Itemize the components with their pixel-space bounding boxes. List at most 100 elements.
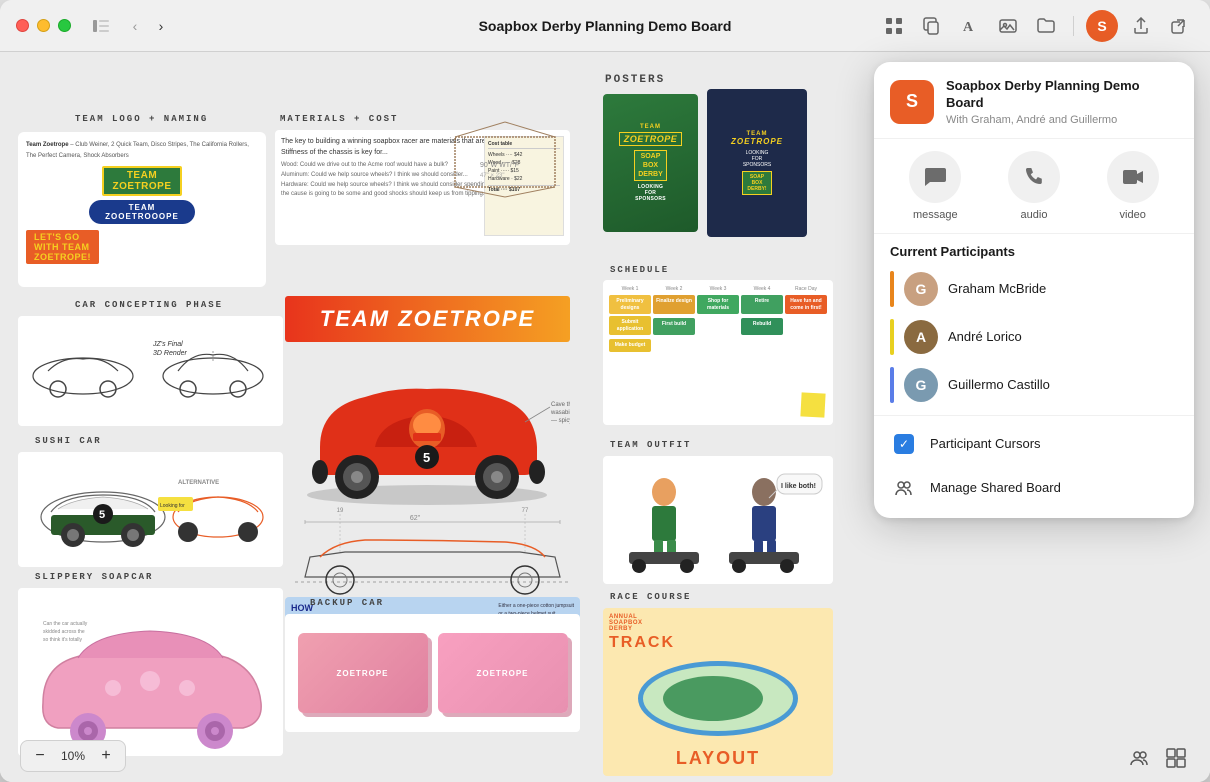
schedule-card: Week 1 Week 2 Week 3 Week 4 Race Day Pre… [603, 280, 833, 425]
andre-indicator [890, 319, 894, 355]
team-outfit-card: I like both! [603, 456, 833, 584]
sidebar-toggle-button[interactable] [87, 12, 115, 40]
participant-cursors-icon: ✓ [890, 430, 918, 458]
text-button[interactable]: A [955, 11, 985, 41]
zoom-level: 10% [55, 749, 91, 763]
forward-arrow[interactable]: › [149, 12, 173, 40]
team-logo-label: TEAM LOGO + NAMING [75, 114, 208, 124]
checkbox-checked-icon: ✓ [894, 434, 914, 454]
participant-cursors-label: Participant Cursors [930, 436, 1041, 451]
svg-text:77: 77 [522, 508, 529, 514]
traffic-lights [16, 19, 71, 32]
poster-navy-card: TEAMZOETROPE LOOKINGFORSPONSORS SOAPBOXD… [707, 89, 807, 237]
guillermo-name: Guillermo Castillo [948, 377, 1050, 392]
svg-text:47" × 23": 47" × 23" [480, 173, 504, 179]
maximize-button[interactable] [58, 19, 71, 32]
app-window: ‹ › Soapbox Derby Planning Demo Board [0, 0, 1210, 782]
bottom-right-tools [1126, 744, 1190, 772]
svg-text:Looking for: Looking for [160, 503, 185, 509]
sushi-car-card: 5 Looking for ALTERNATIVE [18, 452, 283, 567]
guillermo-avatar: G [904, 368, 938, 402]
popup-logo: S [890, 80, 934, 124]
message-action-button[interactable]: message [890, 151, 981, 221]
manage-shared-board-icon [890, 474, 918, 502]
backup-car-label: BACKUP CAR [310, 598, 384, 608]
posters-label: POSTERS [605, 74, 665, 86]
svg-text:I like both!: I like both! [781, 483, 816, 490]
toolbar-tools: A S [879, 10, 1194, 42]
manage-shared-board-label: Manage Shared Board [930, 480, 1061, 495]
graham-avatar: G [904, 272, 938, 306]
image-button[interactable] [993, 11, 1023, 41]
car-concepting-label: CAR CONCEPTING PHASE [75, 300, 223, 310]
divider [874, 415, 1194, 416]
collaboration-button[interactable] [1126, 744, 1154, 772]
svg-text:skidded across the: skidded across the [43, 629, 85, 635]
participant-row-graham: G Graham McBride [874, 265, 1194, 313]
zoom-controls: − 10% + [20, 740, 126, 772]
titlebar: ‹ › Soapbox Derby Planning Demo Board [0, 0, 1210, 52]
grid-layout-button[interactable] [1162, 744, 1190, 772]
message-icon [909, 151, 961, 203]
minimize-button[interactable] [37, 19, 50, 32]
andre-name: André Lorico [948, 329, 1022, 344]
race-course-card: ANNUALSOAPBOXDERBY TRACK LAYOUT [603, 608, 833, 776]
close-button[interactable] [16, 19, 29, 32]
external-link-button[interactable] [1164, 11, 1194, 41]
copy-button[interactable] [917, 11, 947, 41]
svg-text:Can the car actually: Can the car actually [43, 621, 88, 627]
back-arrow[interactable]: ‹ [123, 12, 147, 40]
svg-text:— spicy!: — spicy! [551, 418, 570, 424]
participant-row-andre: A André Lorico [874, 313, 1194, 361]
graham-name: Graham McBride [948, 281, 1046, 296]
popup-header: S Soapbox Derby Planning Demo Board With… [874, 62, 1194, 139]
car-sketches-card: JZ's Final 3D Render [18, 316, 283, 426]
slippery-label: SLIPPERY SOAPCAR [35, 572, 153, 582]
video-action-button[interactable]: video [1087, 151, 1178, 221]
participant-row-guillermo: G Guillermo Castillo [874, 361, 1194, 409]
svg-text:wasabi wheels: wasabi wheels [550, 410, 570, 416]
svg-text:62": 62" [410, 515, 421, 522]
andre-avatar: A [904, 320, 938, 354]
popup-board-info: Soapbox Derby Planning Demo Board With G… [946, 78, 1178, 126]
audio-action-button[interactable]: audio [989, 151, 1080, 221]
svg-text:Cave the: Cave the [551, 402, 570, 408]
team-logo-card: Team Zoetrope – Club Weiner, 2 Quick Tea… [18, 132, 266, 287]
svg-text:5: 5 [423, 450, 430, 465]
share-button[interactable] [1126, 11, 1156, 41]
team-zoetrope-banner: TEAM ZOETROPE [285, 296, 570, 342]
svg-text:ALTERNATIVE: ALTERNATIVE [178, 480, 219, 486]
svg-text:so think it's totally: so think it's totally [43, 637, 83, 643]
grid-view-button[interactable] [879, 11, 909, 41]
schedule-label: SCHEDULE [610, 265, 669, 275]
car-3d-render: 5 Cave the wasabi wheels — spicy! [285, 347, 570, 507]
backup-car-card: ZOETROPE ZOETROPE [285, 614, 580, 732]
popup-actions: message audio video [874, 139, 1194, 234]
svg-text:5: 5 [99, 509, 105, 521]
audio-label: audio [1021, 209, 1048, 221]
race-course-label: RACE COURSE [610, 592, 691, 602]
popup-board-subtitle: With Graham, André and Guillermo [946, 114, 1178, 126]
team-outfit-label: TEAM OUTFIT [610, 440, 691, 450]
participant-cursors-row[interactable]: ✓ Participant Cursors [874, 422, 1194, 466]
folder-button[interactable] [1031, 11, 1061, 41]
zoom-out-button[interactable]: − [29, 745, 51, 767]
video-icon [1107, 151, 1159, 203]
sushi-car-label: SUSHI CAR [35, 436, 102, 446]
nav-arrows: ‹ › [123, 12, 173, 40]
svg-text:90°W WT/°F: 90°W WT/°F [480, 161, 519, 169]
car-wireframe: 62" 19 77 [285, 502, 580, 597]
user-avatar-button[interactable]: S [1086, 10, 1118, 42]
slippery-car-card: Can the car actually skidded across the … [18, 588, 283, 756]
video-label: video [1120, 209, 1146, 221]
poster-green-card: TEAM ZOETROPE SOAPBOXDERBY LOOKINGFORSPO… [603, 94, 698, 232]
materials-label: MATERIALS + COST [280, 114, 398, 124]
collaboration-popup: S Soapbox Derby Planning Demo Board With… [874, 62, 1194, 518]
svg-text:19: 19 [337, 508, 344, 514]
zoom-in-button[interactable]: + [95, 745, 117, 767]
manage-shared-board-row[interactable]: Manage Shared Board [874, 466, 1194, 510]
window-title: Soapbox Derby Planning Demo Board [479, 18, 732, 34]
popup-board-title: Soapbox Derby Planning Demo Board [946, 78, 1178, 112]
svg-text:3D Render: 3D Render [153, 350, 188, 357]
svg-text:JZ's Final: JZ's Final [152, 341, 183, 348]
